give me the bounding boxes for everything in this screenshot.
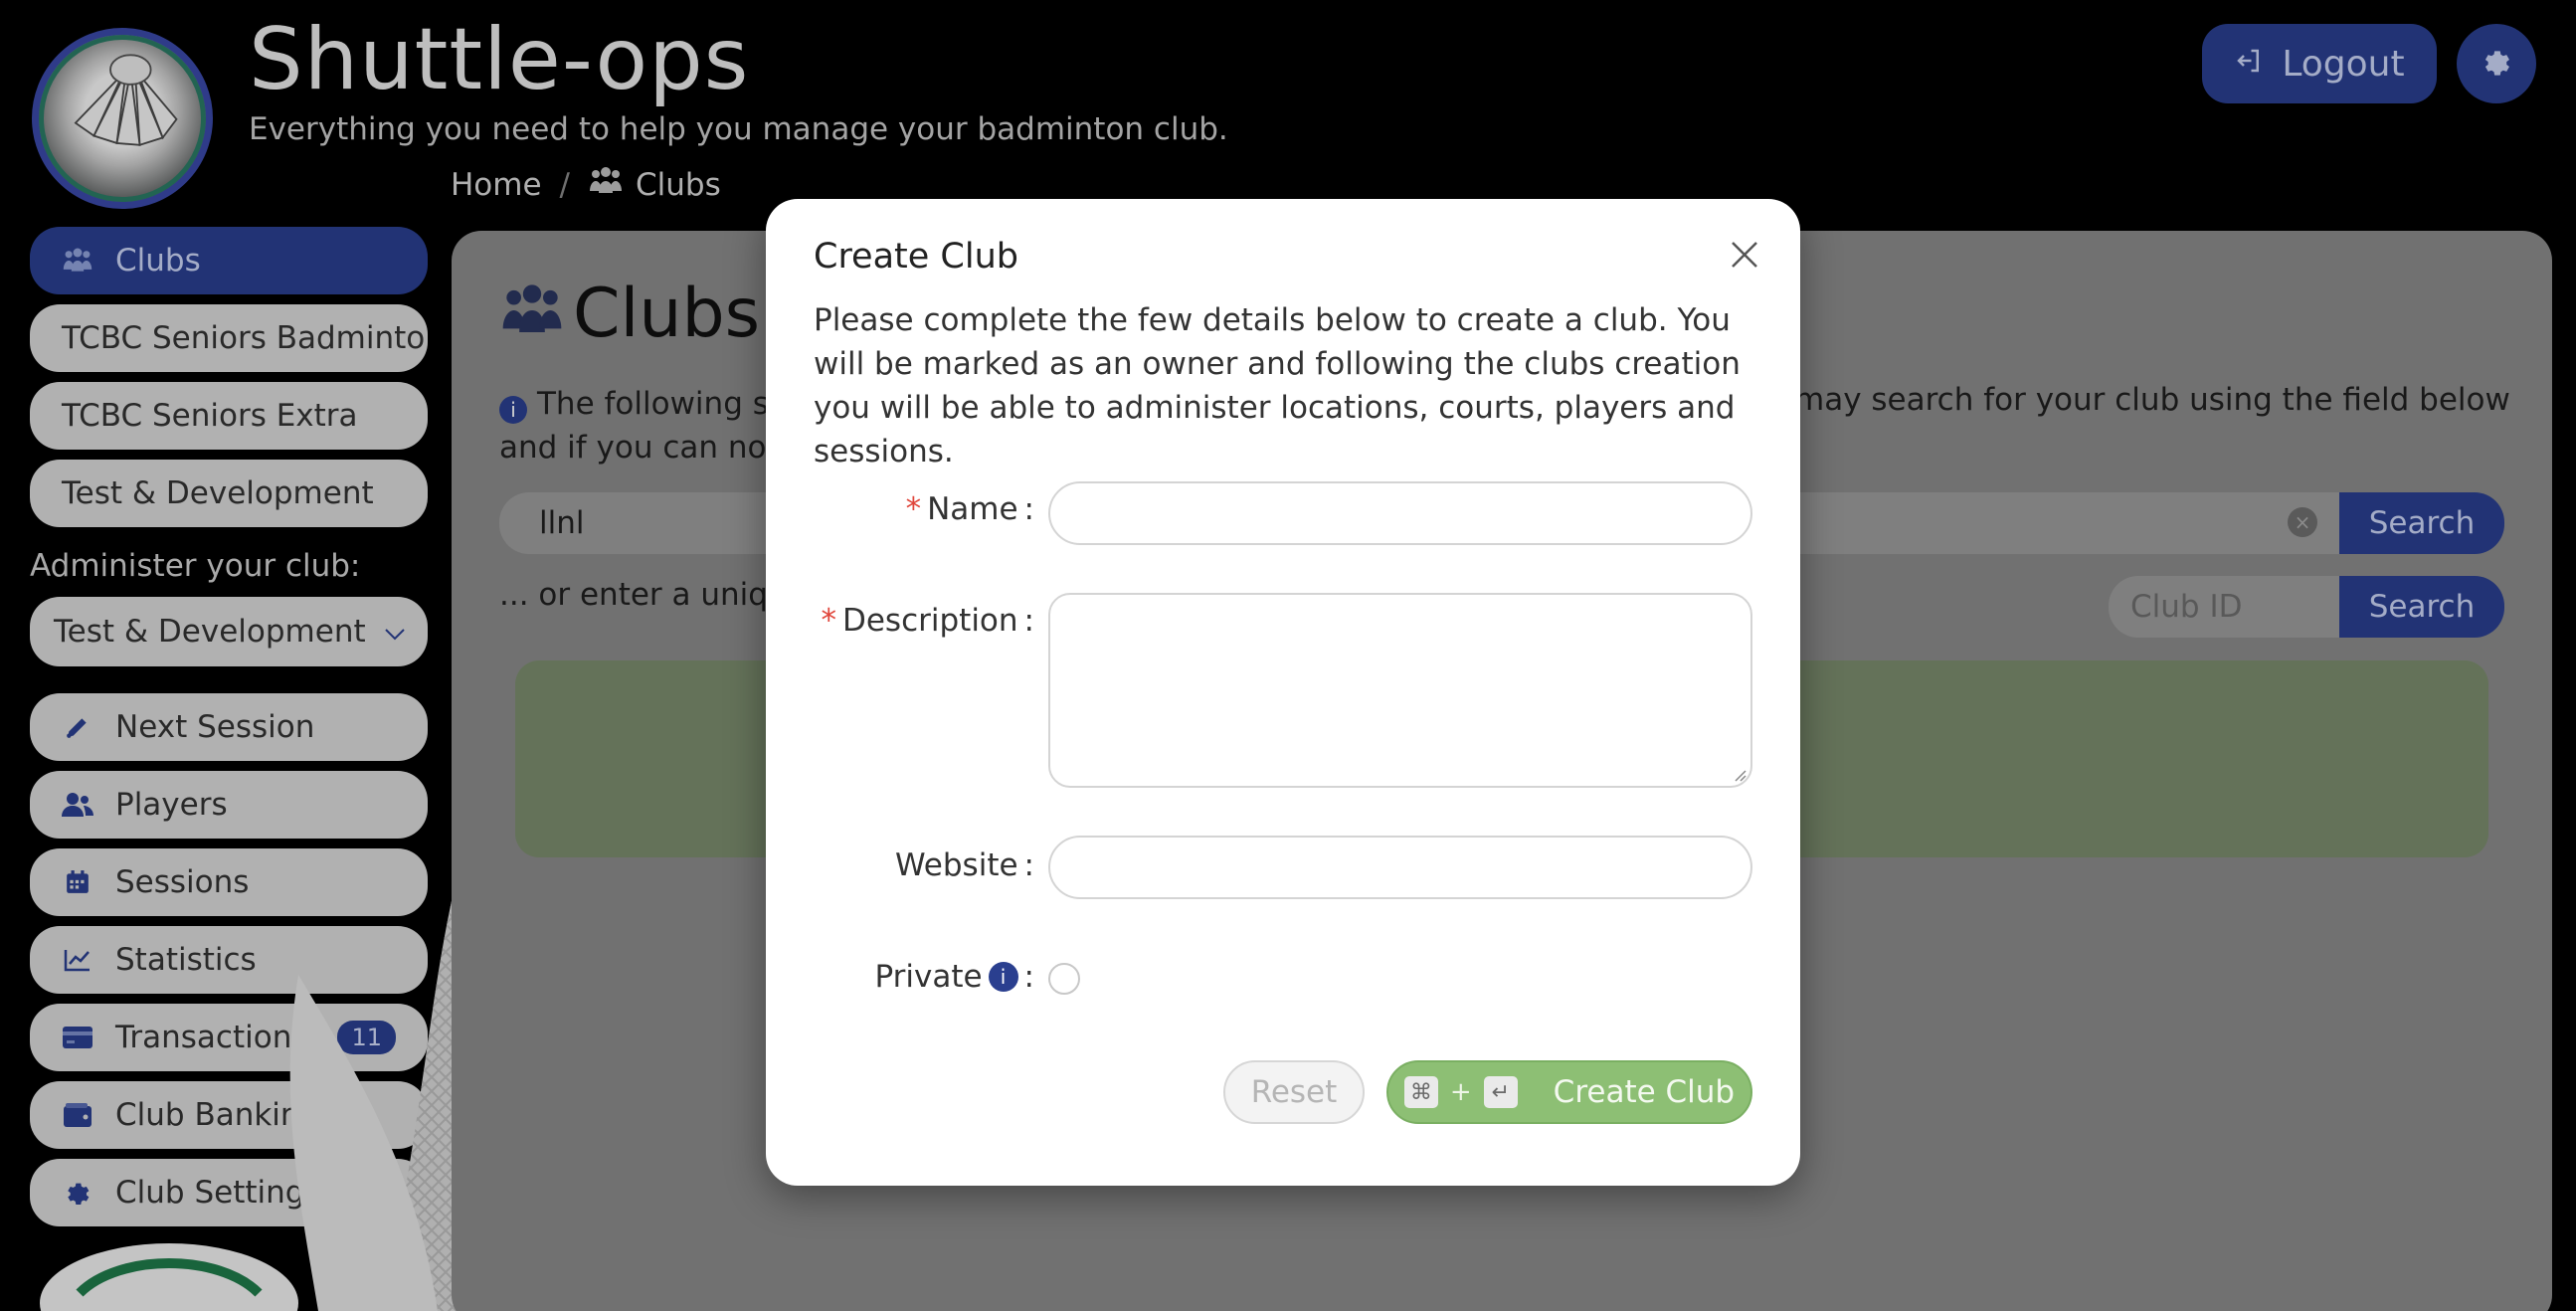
- website-field[interactable]: [1048, 836, 1752, 899]
- label-colon: :: [1023, 603, 1034, 639]
- create-club-modal: Create Club Please complete the few deta…: [766, 199, 1800, 1186]
- enter-key-icon: ↵: [1483, 1076, 1518, 1108]
- label-colon: :: [1023, 959, 1034, 995]
- close-icon[interactable]: [1725, 235, 1764, 275]
- website-label-text: Website: [894, 847, 1018, 883]
- label-colon: :: [1023, 847, 1034, 883]
- command-key-icon: ⌘: [1403, 1076, 1438, 1108]
- create-club-button[interactable]: ⌘ + ↵ Create Club: [1386, 1060, 1752, 1124]
- name-label: * Name:: [906, 491, 1034, 527]
- private-label: Private i:: [874, 959, 1034, 995]
- modal-description: Please complete the few details below to…: [814, 302, 1741, 469]
- reset-button[interactable]: Reset: [1223, 1060, 1365, 1124]
- description-label: * Description:: [821, 603, 1034, 639]
- info-icon[interactable]: i: [988, 962, 1018, 992]
- private-label-text: Private: [874, 959, 983, 995]
- description-field[interactable]: [1048, 593, 1752, 788]
- resize-handle-icon[interactable]: [1731, 766, 1747, 782]
- required-marker: *: [821, 603, 836, 639]
- required-marker: *: [905, 491, 922, 527]
- description-label-text: Description: [841, 603, 1018, 639]
- modal-title: Create Club: [814, 237, 1018, 277]
- private-checkbox[interactable]: [1048, 963, 1080, 995]
- create-club-label: Create Club: [1553, 1074, 1736, 1110]
- website-label: Website:: [895, 847, 1034, 883]
- name-label-text: Name: [927, 491, 1018, 527]
- label-colon: :: [1023, 491, 1034, 527]
- name-field[interactable]: [1048, 481, 1752, 545]
- shortcut-plus: +: [1449, 1077, 1472, 1107]
